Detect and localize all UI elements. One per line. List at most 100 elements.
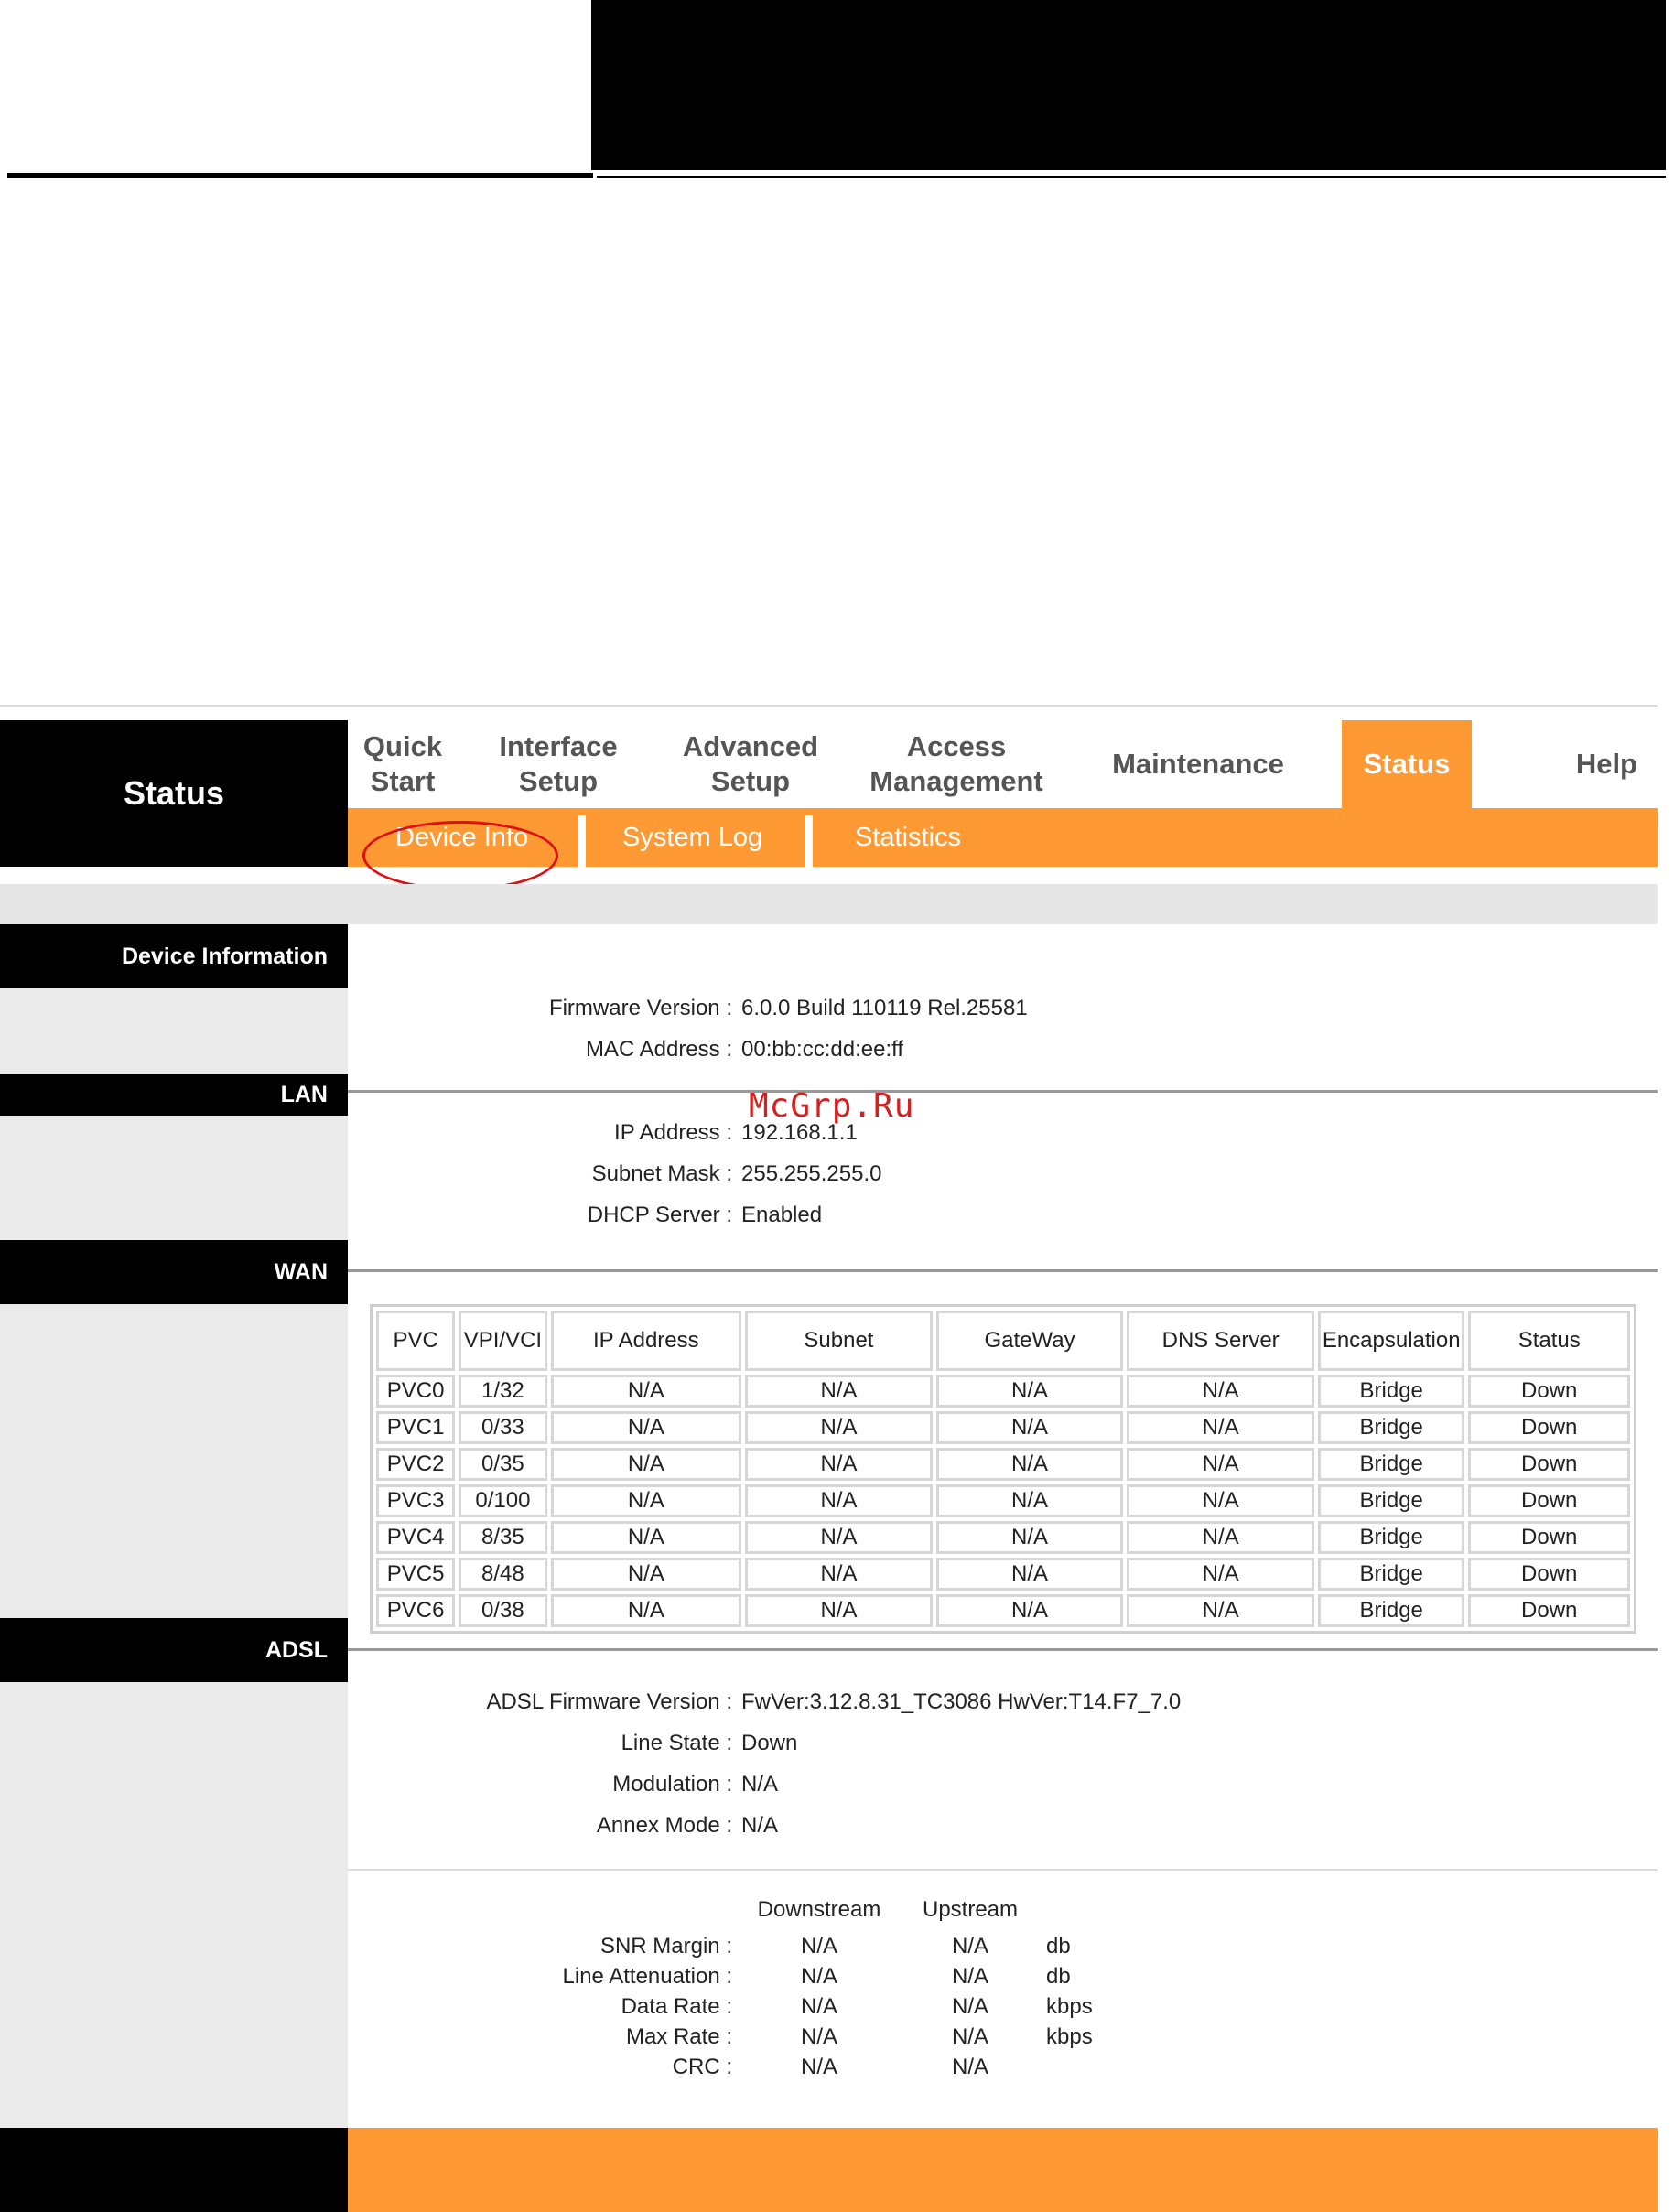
table-row: PVC1 0/33 N/A N/A N/A N/A Bridge Down	[376, 1411, 1630, 1444]
table-cell: Down	[1468, 1448, 1630, 1481]
data-rate-down: N/A	[800, 1994, 837, 2019]
table-cell: N/A	[935, 1558, 1124, 1591]
table-cell: N/A	[550, 1594, 742, 1627]
table-cell: N/A	[1127, 1594, 1314, 1627]
table-cell: N/A	[745, 1558, 933, 1591]
max-rate-down: N/A	[800, 2024, 837, 2049]
table-cell: PVC5	[376, 1558, 456, 1591]
submenu-statistics[interactable]: Statistics	[855, 808, 961, 867]
table-cell: N/A	[550, 1558, 742, 1591]
column-header: IP Address	[550, 1311, 742, 1371]
table-cell: N/A	[550, 1375, 742, 1408]
section-wan: WAN	[0, 1240, 348, 1304]
snr-margin-unit: db	[1046, 1934, 1071, 1958]
firmware-version-value: 6.0.0 Build 110119 Rel.25581	[741, 996, 1028, 1020]
menu-label: Help	[1575, 748, 1637, 780]
table-cell: PVC4	[376, 1521, 456, 1554]
table-row: PVC6 0/38 N/A N/A N/A N/A Bridge Down	[376, 1594, 1630, 1627]
table-cell: N/A	[935, 1521, 1124, 1554]
table-header-row: PVC VPI/VCI IP Address Subnet GateWay DN…	[376, 1311, 1630, 1371]
table-cell: N/A	[1127, 1484, 1314, 1517]
mac-address-label: MAC Address :	[585, 1037, 732, 1062]
left-column	[0, 924, 348, 2212]
table-cell: Down	[1468, 1484, 1630, 1517]
table-cell: N/A	[935, 1484, 1124, 1517]
table-cell: Bridge	[1317, 1521, 1465, 1554]
modulation-value: N/A	[741, 1772, 779, 1797]
menu-quick-start[interactable]: Quick Start	[348, 720, 458, 808]
line-state-label: Line State :	[621, 1731, 732, 1755]
table-cell: PVC0	[376, 1375, 456, 1408]
line-attenuation-down: N/A	[800, 1964, 837, 1989]
divider	[0, 705, 1658, 707]
menu-label: Interface Setup	[499, 730, 618, 797]
router-status-screenshot: Status Quick Start Interface Setup Advan…	[0, 705, 1658, 2212]
section-adsl: ADSL	[0, 1618, 348, 1682]
table-cell: PVC6	[376, 1594, 456, 1627]
menu-maintenance[interactable]: Maintenance	[1111, 720, 1285, 808]
max-rate-label: Max Rate :	[625, 2024, 732, 2049]
menu-label: Maintenance	[1112, 748, 1284, 780]
snr-margin-label: SNR Margin :	[599, 1934, 732, 1958]
table-row: PVC3 0/100 N/A N/A N/A N/A Bridge Down	[376, 1484, 1630, 1517]
table-cell: N/A	[935, 1411, 1124, 1444]
section-divider	[348, 1869, 1658, 1871]
table-cell: Down	[1468, 1558, 1630, 1591]
table-cell: N/A	[550, 1411, 742, 1444]
menu-advanced-setup[interactable]: Advanced Setup	[659, 720, 842, 808]
data-rate-unit: kbps	[1046, 1994, 1093, 2019]
submenu-separator	[805, 815, 813, 867]
modulation-label: Modulation :	[612, 1772, 732, 1797]
menu-label: Advanced Setup	[682, 730, 819, 797]
table-cell: N/A	[550, 1521, 742, 1554]
table-cell: 0/38	[459, 1594, 547, 1627]
crc-up: N/A	[951, 2055, 988, 2079]
data-rate-up: N/A	[951, 1994, 988, 2019]
highlight-oval	[362, 821, 558, 890]
gray-band	[0, 884, 1658, 924]
table-cell: 8/48	[459, 1558, 547, 1591]
section-divider	[348, 1648, 1658, 1651]
table-row: PVC2 0/35 N/A N/A N/A N/A Bridge Down	[376, 1448, 1630, 1481]
manual-header-rule-left	[7, 173, 593, 178]
table-cell: N/A	[745, 1448, 933, 1481]
upstream-header: Upstream	[922, 1897, 1019, 1922]
table-cell: PVC1	[376, 1411, 456, 1444]
max-rate-unit: kbps	[1046, 2024, 1093, 2049]
submenu-system-log[interactable]: System Log	[622, 808, 762, 867]
footer-left	[0, 2128, 348, 2212]
table-cell: PVC3	[376, 1484, 456, 1517]
table-cell: N/A	[745, 1411, 933, 1444]
section-divider	[348, 1090, 1658, 1093]
table-cell: PVC2	[376, 1448, 456, 1481]
table-cell: Bridge	[1317, 1411, 1465, 1444]
table-cell: Down	[1468, 1375, 1630, 1408]
menu-help[interactable]: Help	[1538, 720, 1658, 808]
table-row: PVC5 8/48 N/A N/A N/A N/A Bridge Down	[376, 1558, 1630, 1591]
table-cell: Bridge	[1317, 1558, 1465, 1591]
column-header: PVC	[376, 1311, 456, 1371]
menu-access-management[interactable]: Access Management	[860, 720, 1053, 808]
line-state-value: Down	[741, 1731, 798, 1755]
max-rate-up: N/A	[951, 2024, 988, 2049]
table-row: PVC4 8/35 N/A N/A N/A N/A Bridge Down	[376, 1521, 1630, 1554]
data-rate-label: Data Rate :	[621, 1994, 732, 2019]
table-cell: N/A	[935, 1448, 1124, 1481]
manual-header-black-bar	[591, 0, 1666, 170]
subnet-mask-label: Subnet Mask :	[591, 1161, 732, 1186]
table-cell: 0/100	[459, 1484, 547, 1517]
menu-interface-setup[interactable]: Interface Setup	[476, 720, 641, 808]
table-cell: N/A	[1127, 1448, 1314, 1481]
table-cell: N/A	[935, 1594, 1124, 1627]
menu-label: Status	[1363, 748, 1451, 780]
table-cell: N/A	[1127, 1521, 1314, 1554]
line-attenuation-up: N/A	[951, 1964, 988, 1989]
table-cell: N/A	[745, 1484, 933, 1517]
table-cell: 8/35	[459, 1521, 547, 1554]
watermark-text: McGrp.Ru	[749, 1087, 915, 1125]
wan-table: PVC VPI/VCI IP Address Subnet GateWay DN…	[370, 1304, 1636, 1634]
page-title: Status	[0, 720, 348, 867]
menu-label: Quick Start	[362, 730, 443, 797]
annex-mode-value: N/A	[741, 1813, 779, 1838]
menu-status[interactable]: Status	[1342, 720, 1472, 808]
